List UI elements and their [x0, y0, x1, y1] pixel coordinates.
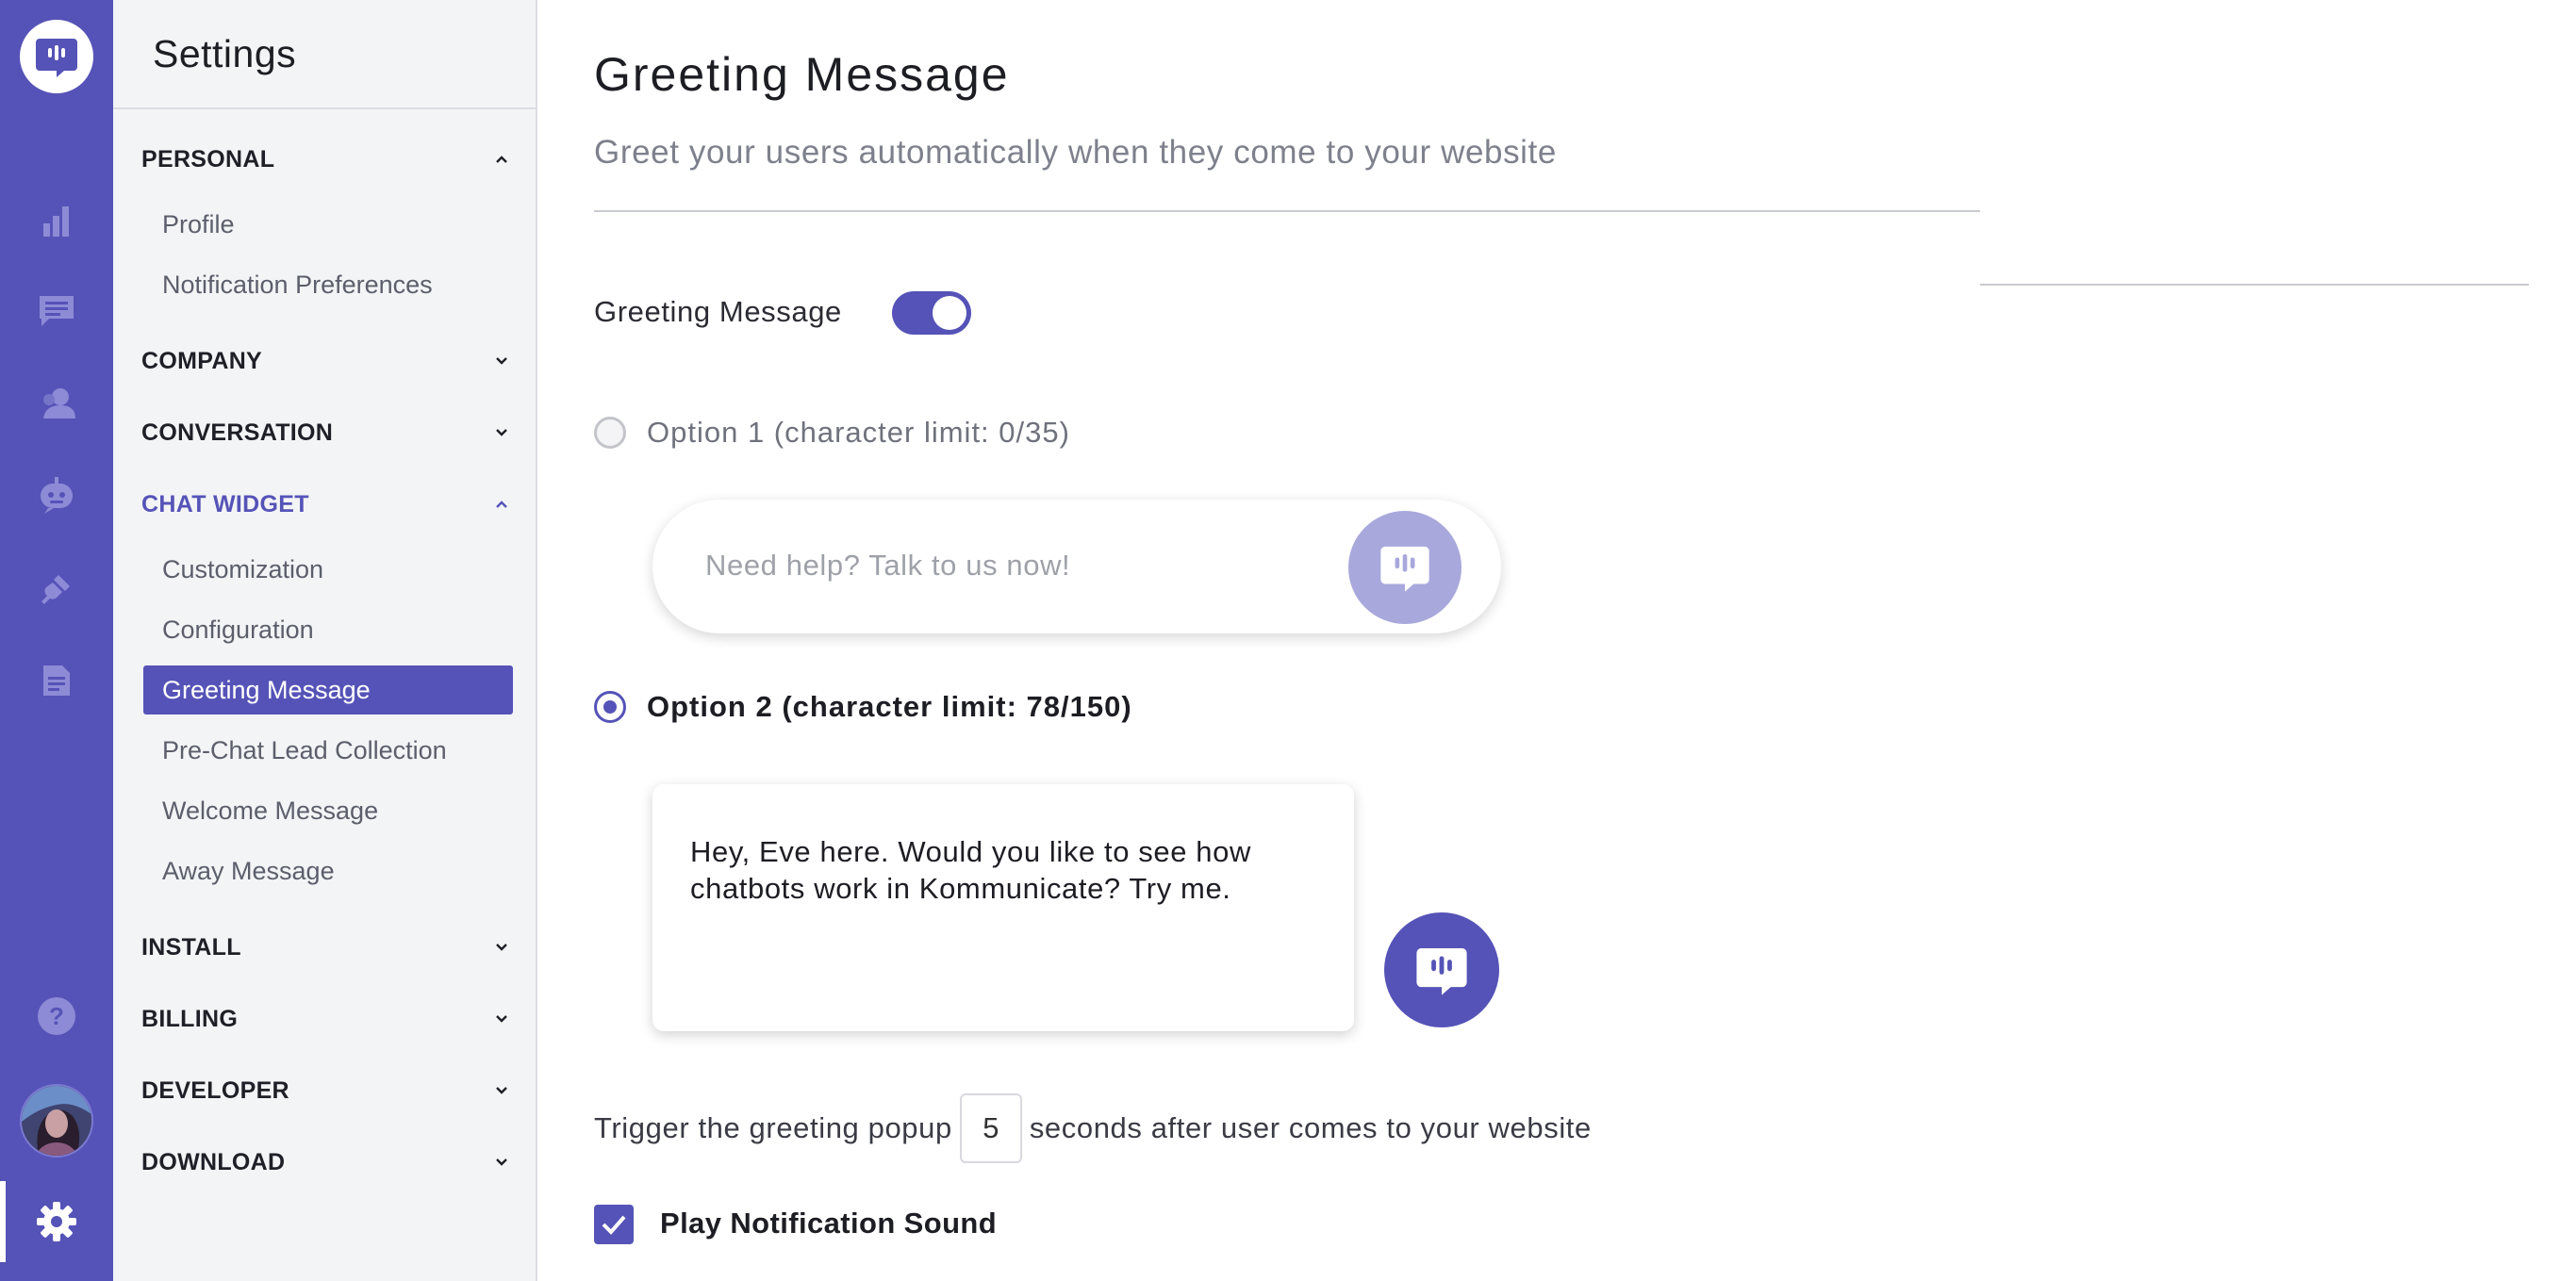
sidebar-section-personal[interactable]: PERSONAL	[141, 139, 511, 180]
option-1-message-input[interactable]	[705, 541, 1328, 590]
page-title: Greeting Message	[594, 48, 1010, 101]
section-label: BILLING	[141, 1005, 239, 1032]
trigger-row: Trigger the greeting popup seconds after…	[594, 1093, 1592, 1163]
section-label: DEVELOPER	[141, 1076, 289, 1104]
sidebar-item-configuration[interactable]: Configuration	[143, 605, 513, 654]
chevron-up-icon	[492, 150, 511, 169]
section-label: COMPANY	[141, 347, 263, 374]
option-1-label[interactable]: Option 1 (character limit: 0/35)	[647, 416, 1070, 450]
chevron-down-icon	[492, 1153, 511, 1172]
option-2-preview: Hey, Eve here. Would you like to see how…	[652, 784, 1354, 1031]
notification-sound-checkbox[interactable]	[594, 1205, 634, 1244]
greeting-message-toggle[interactable]	[892, 291, 971, 335]
greeting-toggle-label: Greeting Message	[594, 295, 842, 328]
divider	[594, 210, 1980, 212]
icon-rail: ?	[0, 0, 113, 1281]
reports-icon[interactable]	[36, 660, 77, 701]
section-label: INSTALL	[141, 933, 241, 961]
sidebar-section-company[interactable]: COMPANY	[141, 340, 511, 382]
sidebar-section-download[interactable]: DOWNLOAD	[141, 1141, 511, 1183]
section-label: CHAT WIDGET	[141, 490, 309, 517]
sidebar-item-notification-preferences[interactable]: Notification Preferences	[143, 260, 513, 309]
trigger-prefix: Trigger the greeting popup	[594, 1111, 952, 1144]
divider	[1980, 284, 2529, 286]
active-indicator	[0, 1181, 6, 1262]
bot-icon[interactable]	[36, 475, 77, 517]
integrations-icon[interactable]	[36, 567, 77, 609]
option-1-radio[interactable]	[594, 417, 626, 449]
chevron-down-icon	[492, 938, 511, 957]
conversations-icon[interactable]	[36, 290, 77, 332]
sidebar-section-billing[interactable]: BILLING	[141, 998, 511, 1040]
users-icon[interactable]	[36, 383, 77, 424]
chevron-down-icon	[492, 423, 511, 442]
option-2-label[interactable]: Option 2 (character limit: 78/150)	[647, 690, 1132, 724]
main-content: Greeting Message Greet your users automa…	[537, 0, 2576, 1281]
sidebar-section-developer[interactable]: DEVELOPER	[141, 1070, 511, 1111]
chevron-down-icon	[492, 352, 511, 370]
option-1-preview	[652, 500, 1501, 633]
help-icon[interactable]: ?	[36, 995, 77, 1037]
chevron-down-icon	[492, 1081, 511, 1100]
svg-text:?: ?	[49, 1002, 64, 1030]
section-label: PERSONAL	[141, 145, 275, 172]
sidebar-header: Settings	[113, 0, 536, 109]
option-2-radio[interactable]	[594, 691, 626, 723]
sidebar-section-chat-widget[interactable]: CHAT WIDGET	[141, 484, 511, 525]
settings-sidebar: Settings PERSONAL Profile Notification P…	[113, 0, 537, 1281]
chat-bubble-logo-icon[interactable]	[20, 20, 93, 93]
sidebar-item-customization[interactable]: Customization	[143, 545, 513, 594]
section-label: DOWNLOAD	[141, 1148, 286, 1175]
sidebar-item-profile[interactable]: Profile	[143, 200, 513, 249]
avatar[interactable]	[20, 1084, 93, 1158]
section-label: CONVERSATION	[141, 419, 334, 446]
chevron-up-icon	[492, 495, 511, 514]
option-2-message-textarea[interactable]: Hey, Eve here. Would you like to see how…	[690, 833, 1313, 994]
sidebar-item-greeting-message[interactable]: Greeting Message	[143, 665, 513, 714]
sidebar-section-conversation[interactable]: CONVERSATION	[141, 412, 511, 453]
trigger-suffix: seconds after user comes to your website	[1029, 1111, 1592, 1144]
chat-launcher-icon	[1384, 912, 1499, 1027]
settings-gear-icon[interactable]	[36, 1201, 77, 1242]
checkmark-icon	[602, 1215, 626, 1235]
chat-launcher-icon	[1348, 511, 1461, 624]
trigger-seconds-input[interactable]	[959, 1093, 1022, 1163]
sidebar-section-install[interactable]: INSTALL	[141, 927, 511, 968]
sidebar-item-welcome-message[interactable]: Welcome Message	[143, 786, 513, 835]
page-subtitle: Greet your users automatically when they…	[594, 134, 1557, 171]
toggle-knob	[933, 296, 966, 330]
sidebar-item-away-message[interactable]: Away Message	[143, 846, 513, 895]
sidebar-item-pre-chat-lead-collection[interactable]: Pre-Chat Lead Collection	[143, 726, 513, 775]
notification-sound-label[interactable]: Play Notification Sound	[660, 1207, 997, 1240]
chevron-down-icon	[492, 1010, 511, 1028]
bar-chart-icon[interactable]	[36, 200, 77, 241]
sidebar-title: Settings	[153, 31, 297, 75]
